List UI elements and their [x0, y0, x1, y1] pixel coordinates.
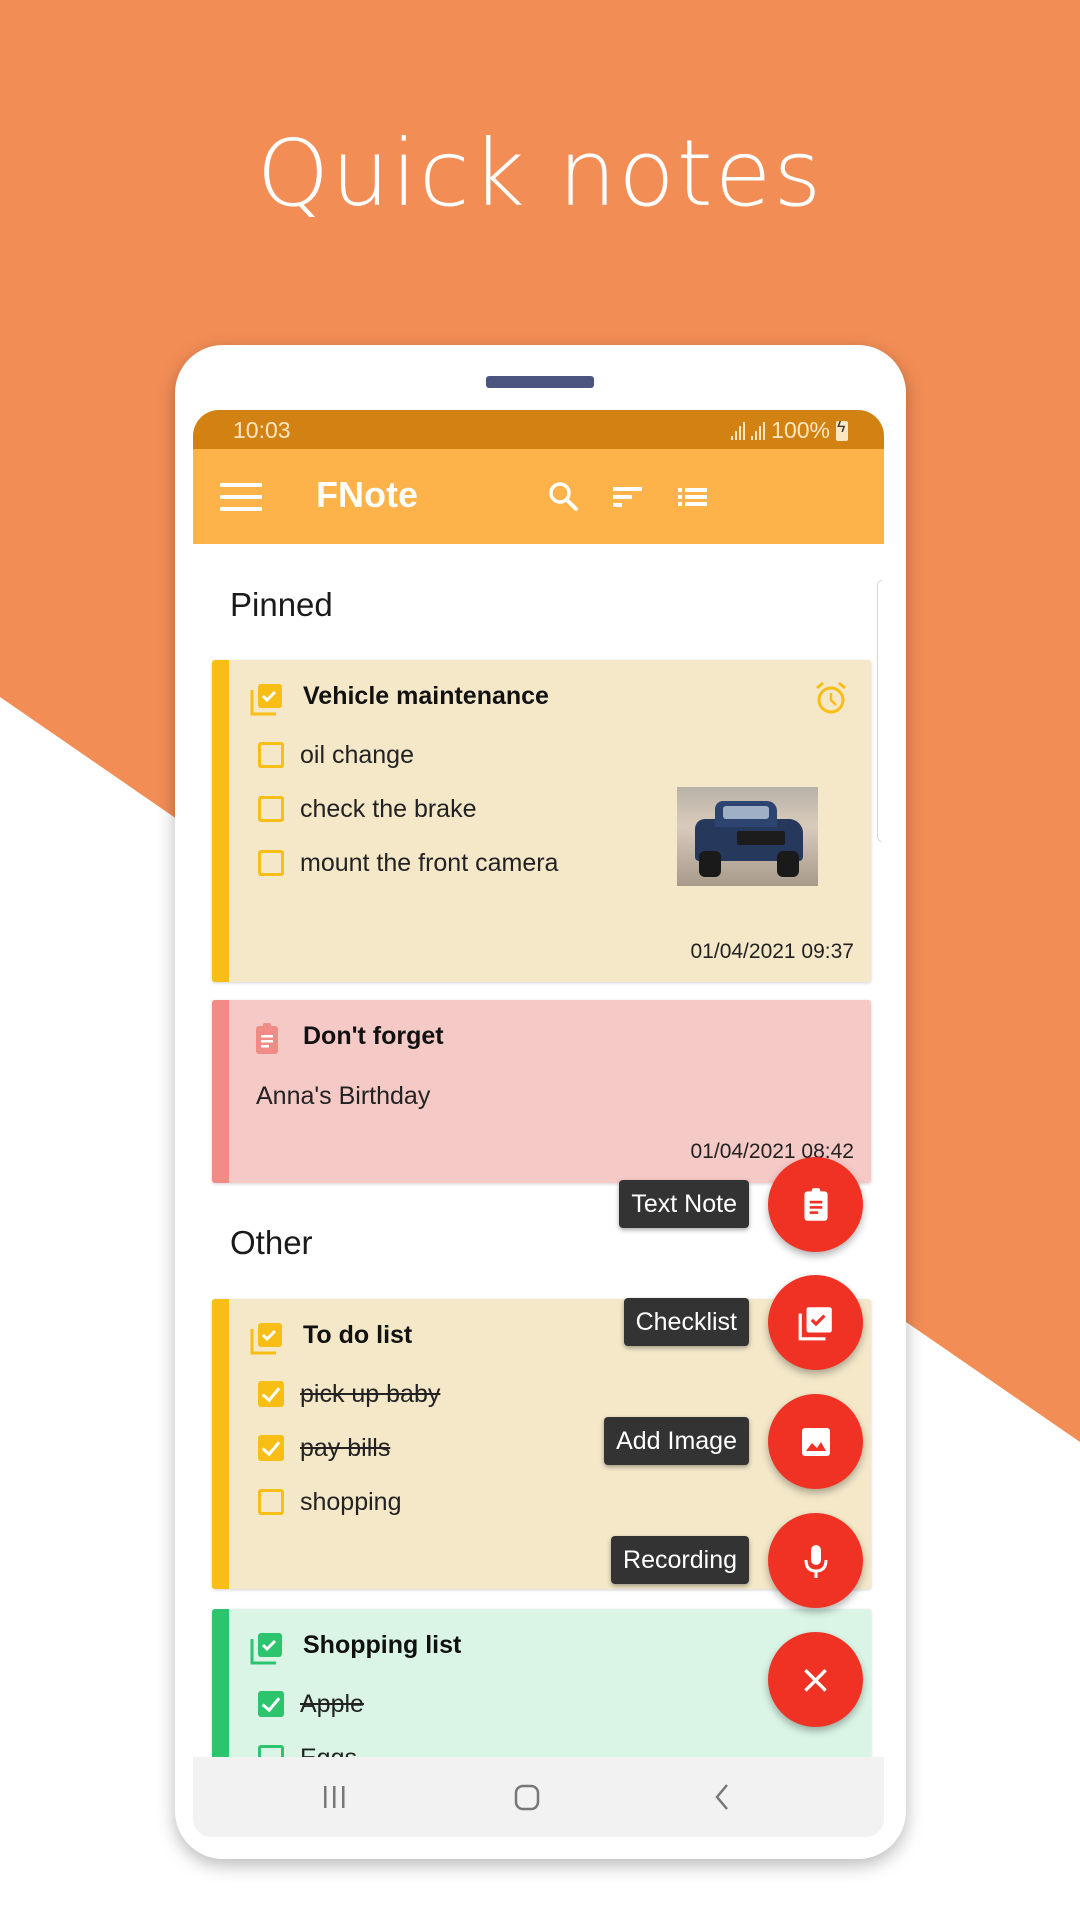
- checkbox-checked[interactable]: [258, 1691, 284, 1717]
- recents-icon[interactable]: [309, 1777, 359, 1817]
- note-card-vehicle-maintenance[interactable]: Vehicle maintenance oil change check the…: [212, 660, 871, 982]
- menu-icon[interactable]: [220, 483, 262, 511]
- clipboard-icon: [803, 1187, 828, 1221]
- list-view-icon[interactable]: [668, 473, 716, 521]
- note-image-thumbnail[interactable]: [677, 787, 818, 886]
- checklist-item[interactable]: check the brake: [258, 792, 477, 826]
- fab-add-image[interactable]: [768, 1394, 863, 1489]
- checkbox[interactable]: [258, 742, 284, 768]
- status-indicators: 100%: [731, 417, 848, 444]
- section-pinned: Pinned: [230, 586, 333, 623]
- fab-label-text-note[interactable]: Text Note: [619, 1180, 749, 1228]
- close-icon: ×: [798, 1656, 833, 1703]
- battery-charging-icon: [836, 419, 848, 441]
- note-title: To do list: [303, 1321, 413, 1349]
- checklist-icon: [250, 1323, 282, 1355]
- color-stripe: [212, 1609, 229, 1757]
- note-date: 01/04/2021 09:37: [690, 940, 855, 963]
- note-title: Don't forget: [303, 1022, 444, 1050]
- checkbox[interactable]: [258, 796, 284, 822]
- status-bar: 10:03 100%: [193, 410, 884, 449]
- item-text: Apple: [300, 1689, 364, 1718]
- clipboard-icon: [256, 1023, 278, 1054]
- item-text: mount the front camera: [300, 848, 559, 877]
- item-text: shopping: [300, 1487, 402, 1516]
- signal-icon: [731, 421, 746, 440]
- fab-close[interactable]: ×: [768, 1632, 863, 1727]
- fab-label-recording[interactable]: Recording: [611, 1536, 749, 1584]
- checkbox[interactable]: [258, 1489, 284, 1515]
- checklist-item[interactable]: oil change: [258, 738, 414, 772]
- color-stripe: [212, 660, 229, 982]
- phone-speaker: [486, 376, 594, 388]
- section-other: Other: [230, 1224, 313, 1261]
- color-stripe: [212, 1000, 229, 1183]
- phone-screen: 10:03 100% FNote Pinned: [193, 410, 884, 1837]
- fab-label-add-image[interactable]: Add Image: [604, 1417, 749, 1465]
- fab-recording[interactable]: [768, 1513, 863, 1608]
- fab-text-note[interactable]: [768, 1157, 863, 1252]
- scrollbar[interactable]: [877, 580, 882, 842]
- image-icon: [801, 1427, 830, 1456]
- battery-percent: 100%: [771, 417, 830, 443]
- note-card-dont-forget[interactable]: Don't forget Anna's Birthday 01/04/2021 …: [212, 1000, 871, 1183]
- item-text: check the brake: [300, 794, 477, 823]
- item-text: pick up baby: [300, 1379, 441, 1408]
- back-icon[interactable]: [697, 1777, 747, 1817]
- checkbox[interactable]: [258, 1745, 284, 1757]
- checklist-icon: [250, 1633, 282, 1665]
- checkbox[interactable]: [258, 850, 284, 876]
- checklist-item[interactable]: shopping: [258, 1485, 401, 1519]
- search-icon[interactable]: [540, 473, 588, 521]
- status-time: 10:03: [233, 417, 291, 443]
- item-text: pay bills: [300, 1433, 391, 1462]
- home-icon[interactable]: [502, 1777, 552, 1817]
- checklist-item[interactable]: Eggs: [258, 1741, 357, 1757]
- system-nav-bar: [193, 1757, 884, 1837]
- checklist-item[interactable]: pay bills: [258, 1431, 390, 1465]
- item-text: oil change: [300, 740, 414, 769]
- checklist-item[interactable]: Apple: [258, 1687, 364, 1721]
- fab-label-checklist[interactable]: Checklist: [623, 1298, 749, 1346]
- color-stripe: [212, 1299, 229, 1589]
- checklist-item[interactable]: mount the front camera: [258, 846, 558, 880]
- app-toolbar: FNote: [193, 449, 884, 544]
- checklist-icon: [798, 1306, 832, 1340]
- checkbox-checked[interactable]: [258, 1381, 284, 1407]
- promo-headline: Quick notes: [256, 120, 824, 227]
- sort-icon[interactable]: [602, 473, 650, 521]
- microphone-icon: [804, 1544, 827, 1578]
- checklist-icon: [250, 684, 282, 716]
- note-title: Shopping list: [303, 1631, 462, 1659]
- note-body: Anna's Birthday: [256, 1082, 431, 1110]
- fab-checklist[interactable]: [768, 1275, 863, 1370]
- signal-icon: [751, 421, 766, 440]
- app-title: FNote: [316, 474, 418, 515]
- checkbox-checked[interactable]: [258, 1435, 284, 1461]
- note-title: Vehicle maintenance: [303, 682, 549, 710]
- checklist-item[interactable]: pick up baby: [258, 1377, 440, 1411]
- item-text: Eggs: [300, 1744, 357, 1758]
- alarm-icon[interactable]: [813, 680, 849, 716]
